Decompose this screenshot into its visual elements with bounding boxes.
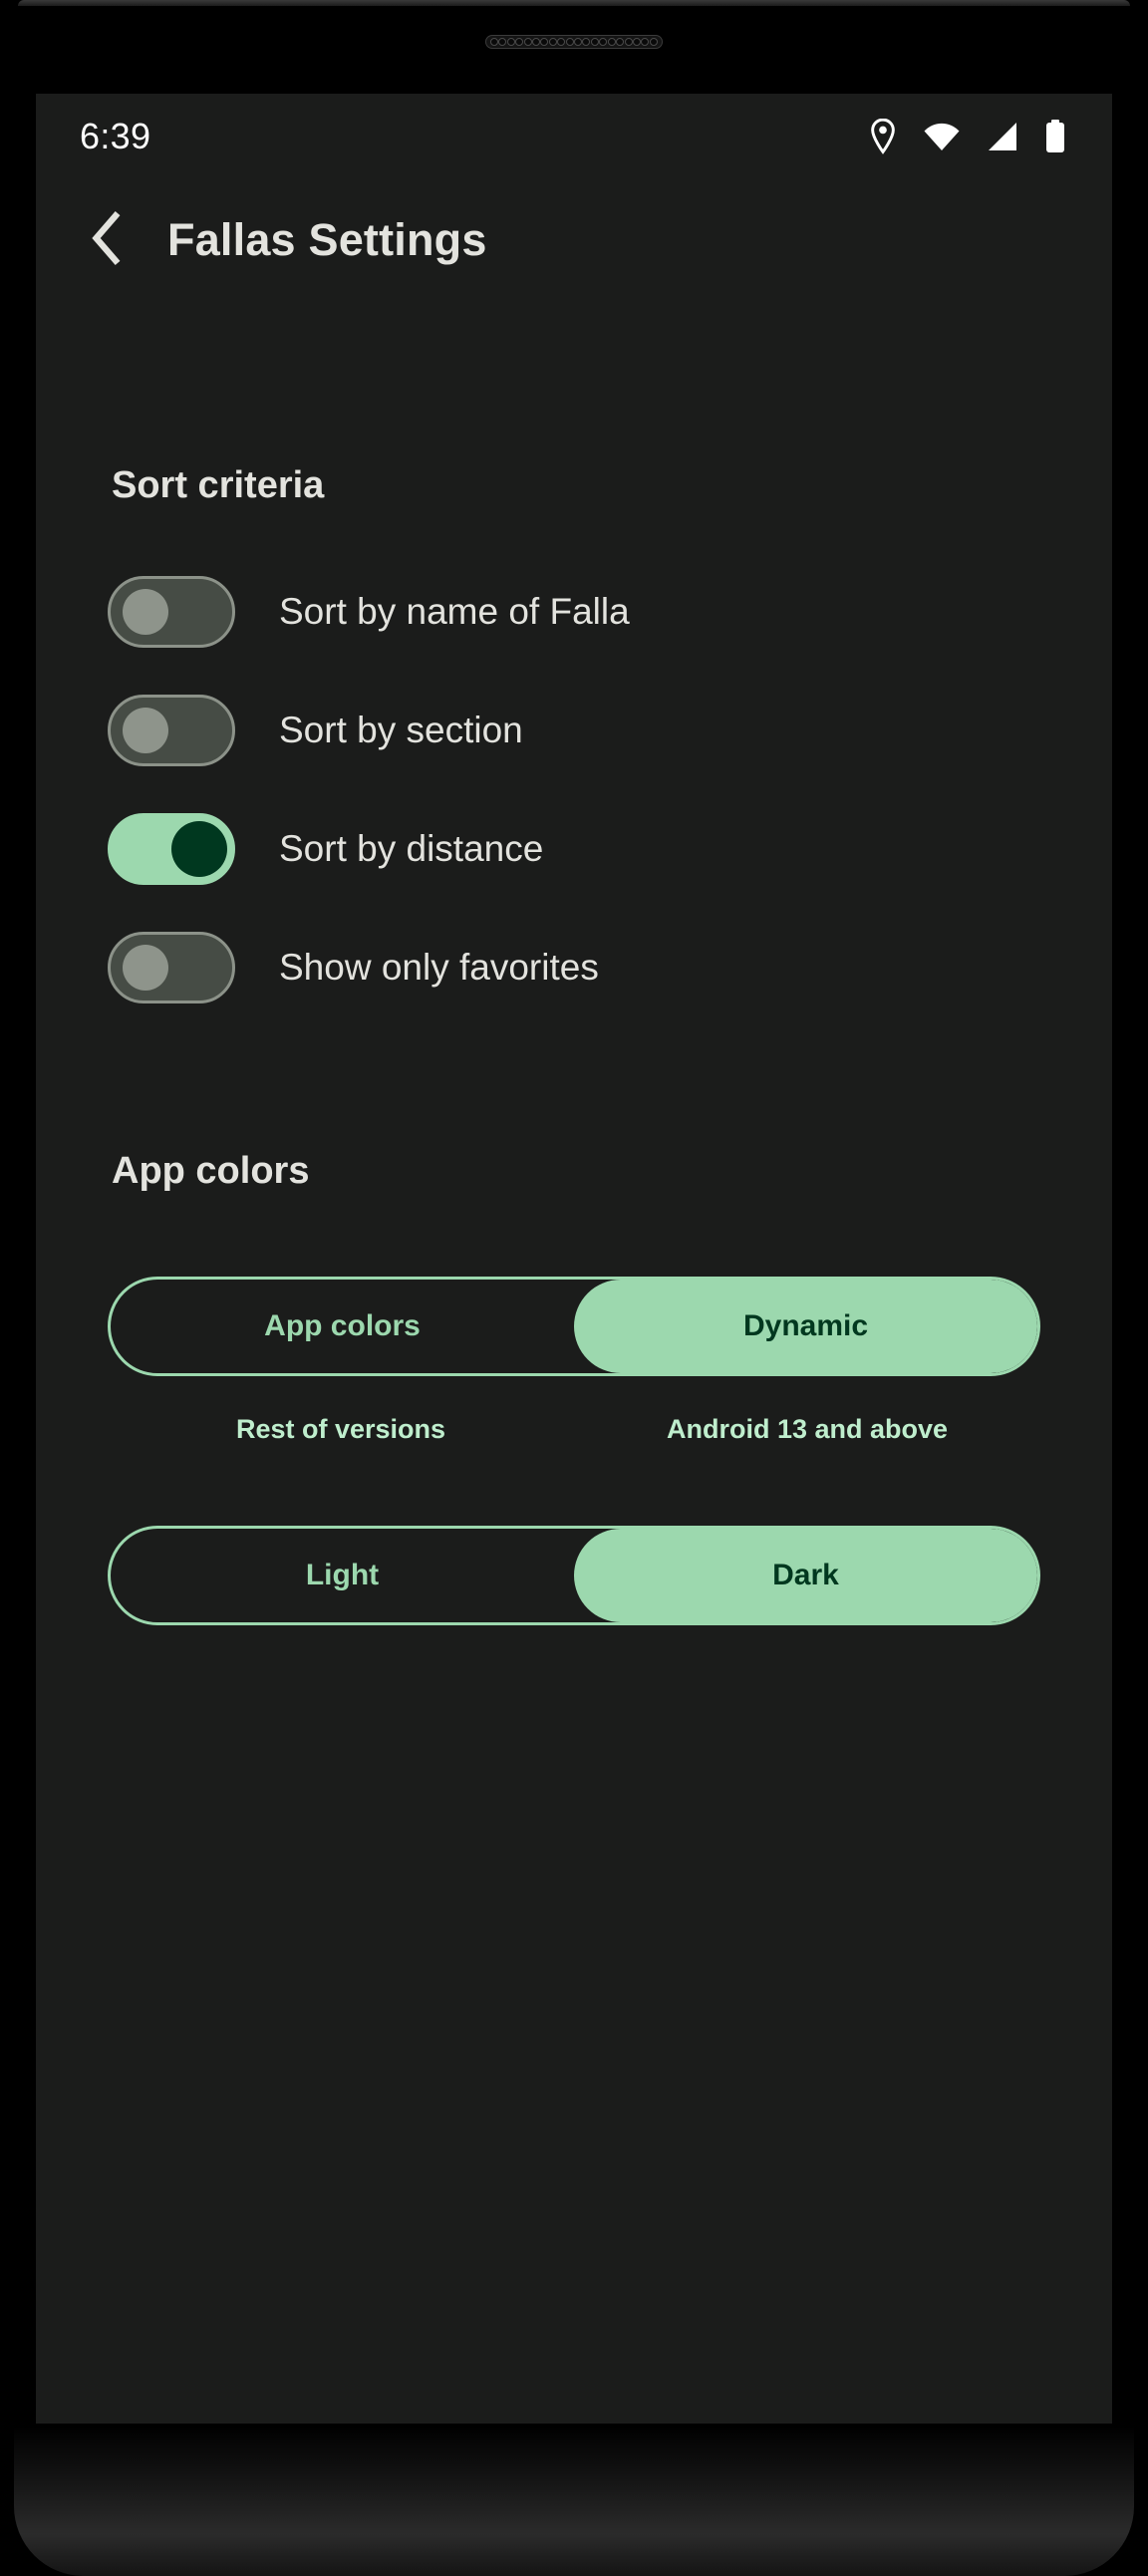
theme-segmented-control: Light Dark	[108, 1526, 1040, 1625]
sort-by-name-label: Sort by name of Falla	[279, 590, 630, 632]
device-top-bezel	[18, 0, 1130, 6]
phone-screen: 6:39 Fallas Settings Sort criteria Sort …	[36, 94, 1112, 2424]
sort-criteria-list: Sort by name of Falla Sort by section So…	[36, 552, 1112, 1026]
sort-criteria-heading: Sort criteria	[112, 464, 325, 506]
switch-thumb	[123, 944, 168, 991]
location-pin-icon	[869, 119, 897, 154]
palette-captions: Rest of versions Android 13 and above	[108, 1414, 1040, 1445]
app-colors-heading: App colors	[112, 1150, 310, 1192]
switch-thumb	[123, 707, 168, 753]
switch-thumb	[123, 588, 168, 635]
sort-by-section-row[interactable]: Sort by section	[36, 671, 1112, 789]
phone-device-frame: 6:39 Fallas Settings Sort criteria Sort …	[0, 0, 1148, 2576]
cellular-signal-icon	[987, 122, 1018, 151]
sort-by-name-row[interactable]: Sort by name of Falla	[36, 552, 1112, 671]
device-bottom-bezel	[14, 2427, 1134, 2576]
earpiece-speaker-grille	[485, 35, 663, 49]
show-only-favorites-row[interactable]: Show only favorites	[36, 908, 1112, 1026]
palette-segmented-control: App colors Dynamic	[108, 1277, 1040, 1376]
segment-dynamic[interactable]: Dynamic	[574, 1280, 1037, 1373]
switch-thumb	[171, 820, 227, 877]
segment-light[interactable]: Light	[111, 1529, 574, 1622]
wifi-icon	[923, 122, 961, 151]
sort-by-section-switch[interactable]	[108, 694, 235, 766]
status-bar: 6:39	[36, 94, 1112, 179]
caption-rest-of-versions: Rest of versions	[235, 1414, 446, 1444]
sort-by-name-switch[interactable]	[108, 575, 235, 648]
caption-android-13-and-above: Android 13 and above	[666, 1414, 949, 1444]
sort-by-distance-label: Sort by distance	[279, 827, 544, 869]
sort-by-distance-switch[interactable]	[108, 812, 235, 885]
sort-by-section-label: Sort by section	[279, 709, 523, 750]
chevron-left-icon	[89, 210, 125, 270]
app-bar: Fallas Settings	[36, 179, 1112, 301]
page-title: Fallas Settings	[167, 214, 487, 265]
back-button[interactable]	[80, 210, 134, 270]
show-only-favorites-label: Show only favorites	[279, 946, 599, 988]
status-bar-icons	[869, 119, 1066, 154]
segment-dark[interactable]: Dark	[574, 1529, 1037, 1622]
status-bar-clock: 6:39	[80, 116, 151, 156]
sort-by-distance-row[interactable]: Sort by distance	[36, 789, 1112, 908]
battery-icon	[1044, 120, 1066, 153]
show-only-favorites-switch[interactable]	[108, 931, 235, 1003]
segment-app-colors[interactable]: App colors	[111, 1280, 574, 1373]
